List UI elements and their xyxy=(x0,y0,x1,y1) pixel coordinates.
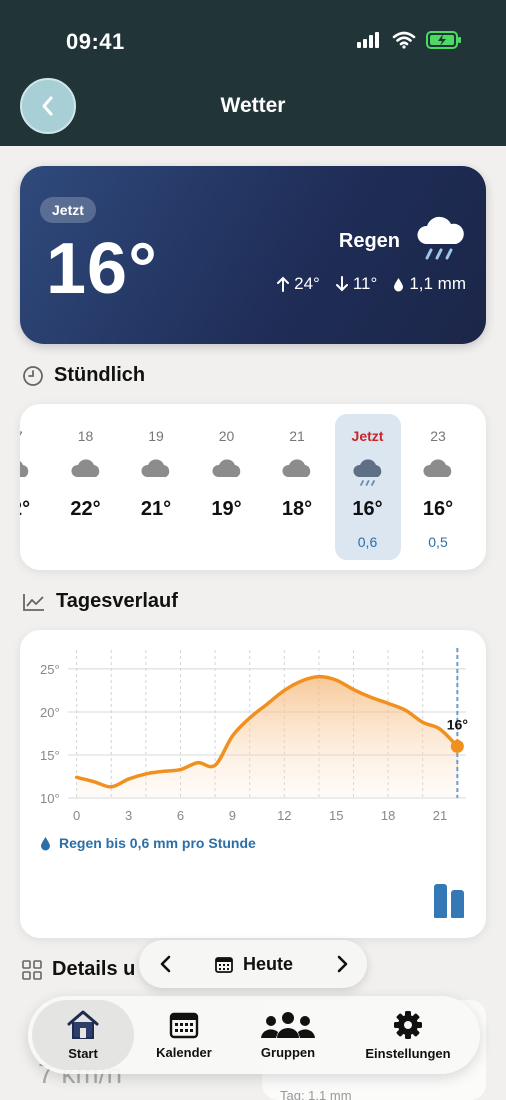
high-temp: 24° xyxy=(277,274,320,294)
hour-label: Jetzt xyxy=(351,428,384,444)
x-tick-label: 6 xyxy=(177,808,184,823)
y-tick-label: 20° xyxy=(40,705,60,720)
details-heading: Details u xyxy=(22,958,135,981)
hour-temp: 22° xyxy=(70,498,101,520)
rain-cloud-icon xyxy=(352,459,381,486)
page-title: Wetter xyxy=(220,94,286,117)
hour-item[interactable]: 18 22° xyxy=(53,414,119,560)
calendar-icon xyxy=(169,1012,199,1038)
y-tick-label: 15° xyxy=(40,748,60,763)
x-tick-label: 9 xyxy=(229,808,236,823)
x-tick-label: 3 xyxy=(125,808,132,823)
x-tick-label: 21 xyxy=(433,808,447,823)
hour-temp: 16° xyxy=(352,498,383,520)
home-icon xyxy=(67,1010,99,1039)
top-bar: 09:41 Wetter xyxy=(0,0,506,146)
hour-label: 21 xyxy=(289,428,305,444)
daily-chart-heading: Tagesverlauf xyxy=(22,590,178,613)
date-navigator: Heute xyxy=(139,940,367,988)
rain-cloud-icon xyxy=(417,216,464,260)
hour-label: 18 xyxy=(77,428,94,444)
rain-bar xyxy=(434,884,447,918)
now-marker-label: 16° xyxy=(447,716,468,732)
current-weather-card: Jetzt 16° Regen 24° 11° 1,1 mm xyxy=(20,166,486,344)
hour-label: 23 xyxy=(430,428,446,444)
chevron-left-icon[interactable] xyxy=(159,954,173,974)
hour-item[interactable]: 23 16° 0,5 xyxy=(405,414,471,560)
tab-bar: Start Kalender Gruppen Einstellungen xyxy=(28,996,480,1074)
rain-day-value: Tag: 1,1 mm xyxy=(280,1088,352,1100)
hourly-heading: Stündlich xyxy=(22,364,145,387)
calendar-icon xyxy=(215,956,233,973)
y-tick-label: 10° xyxy=(40,791,60,806)
now-badge: Jetzt xyxy=(40,197,96,223)
hour-item[interactable]: 17 22° xyxy=(20,414,48,560)
cloud-icon xyxy=(282,459,311,477)
hour-label: 17 xyxy=(20,428,48,444)
cloud-icon xyxy=(70,459,99,477)
hour-temp: 16° xyxy=(422,498,454,520)
chevron-right-icon[interactable] xyxy=(335,954,349,974)
x-tick-label: 18 xyxy=(381,808,395,823)
hour-rain: 0,6 xyxy=(357,534,378,550)
hour-label: 20 xyxy=(218,428,235,444)
hour-temp: 19° xyxy=(211,498,242,520)
hour-temp: 18° xyxy=(281,498,313,520)
cloud-icon xyxy=(423,459,452,477)
wifi-icon xyxy=(392,31,416,49)
hour-temp: 22° xyxy=(20,498,31,520)
group-icon xyxy=(261,1011,315,1038)
tab-einstellungen[interactable]: Einstellungen xyxy=(358,996,458,1074)
tab-start[interactable]: Start xyxy=(32,1000,134,1070)
rain-bars xyxy=(434,884,464,918)
gear-icon xyxy=(394,1010,422,1039)
cloud-icon xyxy=(141,459,170,477)
signal-icon xyxy=(357,32,379,48)
hour-item[interactable]: 19 21° xyxy=(123,414,189,560)
cloud-icon xyxy=(20,461,29,477)
drop-icon xyxy=(41,836,50,850)
y-tick-label: 25° xyxy=(40,662,60,677)
line-chart-icon xyxy=(23,593,44,611)
hour-rain: 0,5 xyxy=(428,534,448,550)
status-time: 09:41 xyxy=(66,29,125,54)
hour-item[interactable]: 20 19° xyxy=(194,414,260,560)
current-condition: Regen xyxy=(338,230,400,252)
low-temp: 11° xyxy=(335,274,377,294)
current-temperature: 16° xyxy=(46,229,158,309)
hour-item[interactable]: 21 18° xyxy=(264,414,330,560)
clock-icon xyxy=(23,365,43,386)
current-stats: 24° 11° 1,1 mm xyxy=(277,274,466,294)
grid-icon xyxy=(22,959,42,980)
tab-gruppen[interactable]: Gruppen xyxy=(248,996,328,1074)
hourly-forecast[interactable]: 17 22° 18 22° 19 21° 20 19° 21 18° Jetzt 16° 0,6 23 16… xyxy=(20,404,486,570)
x-tick-label: 15 xyxy=(329,808,343,823)
status-icons xyxy=(356,30,462,50)
rain-note: Regen bis 0,6 mm pro Stunde xyxy=(40,835,256,851)
hour-temp: 21° xyxy=(140,498,172,520)
temperature-chart: 10° 15° 20° 25° 0 3 6 9 12 15 18 21 16° xyxy=(40,648,468,823)
rain-amount: 1,1 mm xyxy=(393,274,466,294)
temperature-area xyxy=(76,676,458,798)
battery-icon xyxy=(426,31,461,49)
hour-item[interactable]: Jetzt 16° 0,6 xyxy=(334,414,401,560)
x-tick-label: 12 xyxy=(277,808,291,823)
cloud-icon xyxy=(211,459,240,477)
tab-kalender[interactable]: Kalender xyxy=(144,996,224,1074)
date-today-button[interactable]: Heute xyxy=(215,954,293,975)
x-tick-label: 0 xyxy=(73,808,80,823)
daily-chart-card: 10° 15° 20° 25° 0 3 6 9 12 15 18 21 16° Regen bis 0,… xyxy=(20,630,486,938)
drop-icon xyxy=(394,277,404,291)
rain-bar xyxy=(451,889,464,918)
hour-label: 19 xyxy=(148,428,164,444)
now-marker-dot xyxy=(450,739,464,753)
arrow-up-icon xyxy=(277,276,290,292)
arrow-down-icon xyxy=(335,276,348,292)
